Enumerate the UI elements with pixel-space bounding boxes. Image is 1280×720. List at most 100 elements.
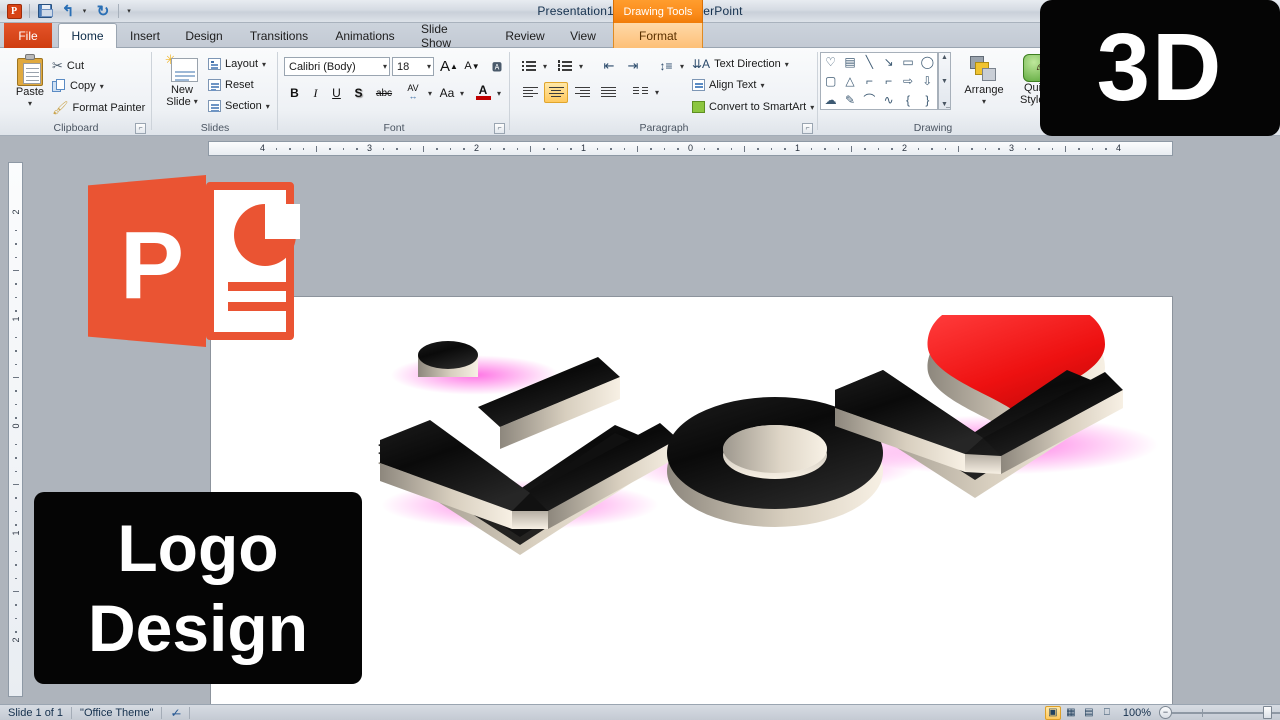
paragraph-dialog-launcher[interactable]: ⌐ — [802, 123, 813, 134]
horizontal-ruler[interactable]: 4 3 2 1 0 1 2 3 4 — [208, 141, 1173, 156]
zoom-slider-thumb[interactable] — [1263, 706, 1272, 719]
underline-button[interactable]: U — [327, 83, 346, 103]
clipboard-dialog-launcher[interactable]: ⌐ — [135, 123, 146, 134]
tab-file[interactable]: File — [4, 23, 52, 48]
numbering-dropdown[interactable]: ▾ — [576, 56, 586, 76]
shape-left-brace-icon[interactable]: { — [906, 94, 910, 106]
ruler-tick — [917, 148, 920, 150]
section-button[interactable]: Section ▾ — [208, 100, 270, 112]
shape-right-brace-icon[interactable]: } — [925, 94, 929, 106]
zoom-slider[interactable] — [1172, 706, 1280, 720]
character-spacing-button[interactable]: AV ↔ — [400, 81, 426, 103]
layout-button[interactable]: Layout ▾ — [208, 58, 266, 70]
shape-cloud-icon[interactable]: ☁ — [825, 94, 837, 106]
tab-insert[interactable]: Insert — [122, 23, 168, 48]
shape-heart-icon[interactable]: ♡ — [825, 56, 836, 68]
reading-view-button[interactable]: ▤ — [1081, 706, 1097, 720]
new-slide-button[interactable]: ✳ New Slide ▾ — [158, 53, 206, 108]
tab-animations[interactable]: Animations — [326, 23, 404, 48]
align-center-button[interactable] — [544, 82, 568, 103]
align-right-button[interactable] — [570, 82, 594, 103]
align-left-button[interactable] — [518, 82, 542, 103]
line-spacing-button[interactable]: ↕≡ — [654, 56, 678, 76]
view-buttons[interactable]: ▣ ▦ ▤ ⎕ — [1044, 705, 1115, 720]
shape-elbow-connector-icon[interactable]: ⌐ — [866, 75, 873, 87]
spell-check-icon[interactable]: ✓̶ — [170, 706, 180, 720]
convert-to-smartart-button[interactable]: Convert to SmartArt ▾ — [692, 101, 814, 113]
font-color-button[interactable]: A — [473, 81, 493, 103]
reset-button[interactable]: Reset — [208, 79, 254, 91]
text-shadow-button[interactable]: S — [349, 83, 368, 103]
font-size-combo[interactable]: 18 ▾ — [392, 57, 434, 76]
shape-arc-icon[interactable]: ⌒ — [863, 94, 875, 106]
shape-down-arrow-icon[interactable]: ⇩ — [922, 75, 932, 87]
shape-arrow-line-icon[interactable]: ↘ — [884, 56, 894, 68]
ruler-tick — [15, 336, 17, 339]
scroll-down-icon[interactable]: ▼ — [941, 78, 948, 85]
tab-transitions[interactable]: Transitions — [240, 23, 318, 48]
bold-button[interactable]: B — [285, 83, 304, 103]
text-direction-button[interactable]: ⇊A Text Direction ▾ — [692, 57, 789, 71]
clear-formatting-button[interactable]: 🅰 — [486, 56, 508, 76]
divider — [188, 706, 190, 719]
numbering-button[interactable] — [554, 56, 576, 76]
change-case-dropdown[interactable]: ▾ — [457, 83, 467, 103]
scroll-up-icon[interactable]: ▲ — [941, 54, 948, 61]
change-case-button[interactable]: Aa — [436, 83, 458, 103]
shape-curve-icon[interactable]: ∿ — [884, 94, 894, 106]
strikethrough-button[interactable]: abc — [372, 83, 396, 103]
bullets-dropdown[interactable]: ▾ — [540, 56, 550, 76]
format-painter-button[interactable]: 🖌 Format Painter — [52, 100, 145, 116]
arrange-button[interactable]: Arrange ▾ — [958, 54, 1010, 108]
align-text-button[interactable]: Align Text ▾ — [692, 79, 765, 91]
copy-button[interactable]: Copy ▾ — [52, 79, 104, 93]
slide-show-view-button[interactable]: ⎕ — [1099, 706, 1115, 720]
font-dialog-launcher[interactable]: ⌐ — [494, 123, 505, 134]
zoom-out-button[interactable]: − — [1159, 706, 1172, 719]
tab-slide-show[interactable]: Slide Show — [412, 22, 490, 50]
tab-view[interactable]: View — [560, 23, 606, 48]
shape-rectangle-icon[interactable]: ▭ — [902, 56, 913, 68]
increase-indent-button[interactable]: ⇥ — [622, 56, 644, 76]
tab-home[interactable]: Home — [58, 23, 117, 49]
bullets-button[interactable] — [518, 56, 540, 76]
chevron-down-icon: ▾ — [459, 88, 464, 98]
decrease-indent-button[interactable]: ⇤ — [598, 56, 620, 76]
powerpoint-logo-image[interactable]: P — [88, 168, 304, 354]
slide-sorter-view-button[interactable]: ▦ — [1063, 706, 1079, 720]
zoom-level[interactable]: 100% — [1115, 707, 1159, 719]
normal-view-button[interactable]: ▣ — [1044, 705, 1061, 720]
shape-rounded-rectangle-icon[interactable]: ▢ — [825, 75, 836, 87]
theme-name[interactable]: "Office Theme" — [80, 707, 153, 719]
shapes-gallery[interactable]: ♡ ▤ ╲ ↘ ▭ ◯ ▢ △ ⌐ ⌐ ⇨ ⇩ ☁ ✎ ⌒ ∿ { } — [820, 52, 938, 110]
line-spacing-dropdown[interactable]: ▾ — [677, 56, 687, 76]
shape-text-box-icon[interactable]: ▤ — [844, 56, 855, 68]
grow-font-button[interactable]: A ▲ — [438, 56, 460, 76]
shape-right-arrow-icon[interactable]: ⇨ — [903, 75, 913, 87]
shrink-font-button[interactable]: A ▼ — [461, 56, 483, 76]
shape-oval-icon[interactable]: ◯ — [921, 56, 934, 68]
columns-dropdown[interactable]: ▾ — [652, 82, 662, 103]
paste-button[interactable]: Paste ▾ — [8, 54, 52, 110]
shapes-gallery-scrollbar[interactable]: ▲ ▼ ▼̲ — [938, 52, 951, 110]
shapes-more-icon[interactable]: ▼̲ — [941, 101, 948, 108]
font-name-combo[interactable]: Calibri (Body) ▾ — [284, 57, 390, 76]
columns-button[interactable] — [628, 82, 652, 103]
italic-button[interactable]: I — [306, 83, 325, 103]
font-color-dropdown[interactable]: ▾ — [494, 83, 504, 103]
ruler-tick — [891, 148, 893, 150]
tab-design[interactable]: Design — [178, 23, 230, 48]
shape-elbow-arrow-connector-icon[interactable]: ⌐ — [885, 75, 892, 87]
tab-review[interactable]: Review — [498, 23, 552, 48]
chevron-down-icon: ▾ — [679, 61, 684, 71]
cut-button[interactable]: ✂ Cut — [52, 58, 84, 74]
ruler-tick — [489, 148, 492, 150]
character-spacing-dropdown[interactable]: ▾ — [425, 83, 435, 103]
justify-button[interactable] — [596, 82, 620, 103]
shape-triangle-icon[interactable]: △ — [845, 75, 854, 87]
mom-wordart[interactable] — [370, 315, 1160, 580]
shape-line-icon[interactable]: ╲ — [866, 56, 873, 68]
tab-format[interactable]: Format — [613, 23, 703, 48]
vertical-ruler[interactable]: 2 1 0 1 2 — [8, 162, 23, 697]
shape-scribble-icon[interactable]: ✎ — [845, 94, 855, 106]
